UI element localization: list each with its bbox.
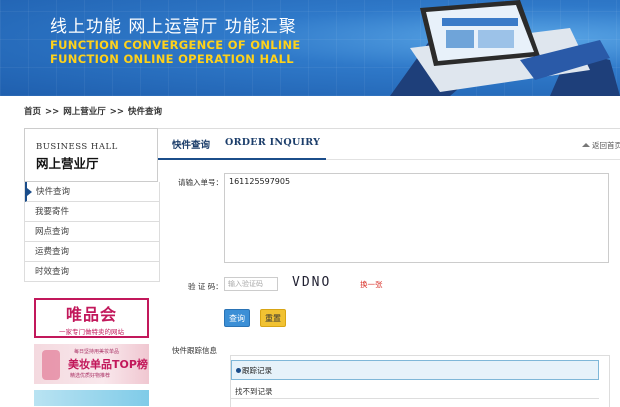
vipshop-ad-banner[interactable]: 唯品会 一家专门做特卖的网站	[34, 298, 149, 338]
screen-content-block	[446, 30, 474, 48]
breadcrumb: 首页 >> 网上营业厅 >> 快件查询	[24, 105, 166, 117]
third-ad-banner[interactable]	[34, 390, 149, 406]
tracking-empty-message: 找不到记录	[235, 387, 273, 396]
banner-title-cn: 线上功能 网上运营厅 功能汇聚	[50, 17, 297, 37]
home-icon	[582, 143, 590, 147]
captcha-refresh-link[interactable]: 换一张	[360, 279, 383, 290]
main-panel: 快件查询 ORDER INQUIRY 返回首页 请输入单号： 验 证 码： VD…	[158, 128, 620, 407]
waybill-number-input[interactable]	[224, 173, 609, 263]
breadcrumb-bar: 首页 >> 网上营业厅 >> 快件查询	[0, 96, 620, 124]
banner-title-en-line2: FUNCTION ONLINE OPERATION HALL	[50, 52, 294, 66]
sidebar-item-outlet-query[interactable]: 网点查询	[25, 222, 159, 242]
tab-bar: 快件查询 ORDER INQUIRY 返回首页	[158, 129, 620, 160]
sidebar-item-timeliness-query[interactable]: 时效查询	[25, 262, 159, 282]
breadcrumb-separator: >>	[109, 107, 125, 117]
tracking-table: 跟踪记录 找不到记录	[230, 355, 610, 407]
tab-order-inquiry-label-cn: 快件查询	[172, 140, 211, 151]
breadcrumb-business-hall-link[interactable]: 网上营业厅	[63, 107, 106, 117]
back-to-home-label: 返回首页	[592, 141, 620, 150]
sidebar-item-express-query[interactable]: 快件查询	[25, 182, 159, 202]
sidebar-title-cn: 网上营业厅	[36, 156, 99, 171]
tab-order-inquiry[interactable]: 快件查询 ORDER INQUIRY	[158, 129, 326, 160]
beauty-top-ad-banner[interactable]: 每日坚持用美妆单品 美妆单品TOP榜 精选优质好物推荐	[34, 344, 149, 384]
breadcrumb-separator: >>	[45, 107, 60, 117]
vipshop-slogan: 一家专门做特卖的网站	[59, 328, 124, 336]
sidebar-item-freight-query[interactable]: 运费查询	[25, 242, 159, 262]
tab-order-inquiry-label-en: ORDER INQUIRY	[225, 137, 321, 148]
vipshop-logo: 唯品会	[65, 305, 117, 324]
laptop-illustration	[390, 0, 620, 96]
back-to-home-link[interactable]: 返回首页	[582, 140, 620, 151]
sidebar-item-send-package[interactable]: 我要寄件	[25, 202, 159, 222]
beauty-ad-title: 美妆单品TOP榜	[68, 358, 148, 371]
query-button[interactable]: 查询	[224, 309, 250, 327]
sidebar-title-en: BUSINESS HALL	[36, 142, 118, 152]
waybill-label: 请输入单号：	[178, 178, 223, 187]
tracking-table-header: 跟踪记录	[231, 360, 599, 380]
screen-content-block	[478, 30, 514, 48]
tracking-header-label: 跟踪记录	[242, 366, 272, 375]
sidebar-header: BUSINESS HALL 网上营业厅	[24, 128, 158, 182]
captcha-image: VDNO	[292, 275, 332, 290]
breadcrumb-current: 快件查询	[128, 107, 163, 117]
beauty-ad-tagline: 每日坚持用美妆单品	[74, 349, 120, 355]
sidebar: BUSINESS HALL 网上营业厅 快件查询 我要寄件 网点查询 运费查询 …	[24, 128, 160, 406]
breadcrumb-home-link[interactable]: 首页	[24, 107, 41, 117]
header-banner: 线上功能 网上运营厅 功能汇聚 FUNCTION CONVERGENCE OF …	[0, 0, 620, 96]
sidebar-nav: 快件查询 我要寄件 网点查询 运费查询 时效查询	[24, 182, 160, 282]
tracking-row: 找不到记录	[231, 382, 599, 399]
beauty-ad-subtitle: 精选优质好物推荐	[70, 373, 111, 379]
captcha-label: 验 证 码：	[188, 282, 223, 291]
cosmetic-bottle-image	[42, 350, 60, 380]
reset-button[interactable]: 重置	[260, 309, 286, 327]
bullet-icon	[236, 368, 241, 373]
banner-title-en-line1: FUNCTION CONVERGENCE OF ONLINE	[50, 38, 301, 52]
captcha-input[interactable]	[224, 277, 278, 291]
screen-header-bar	[442, 18, 518, 26]
tracking-info-label: 快件跟踪信息	[172, 346, 217, 355]
